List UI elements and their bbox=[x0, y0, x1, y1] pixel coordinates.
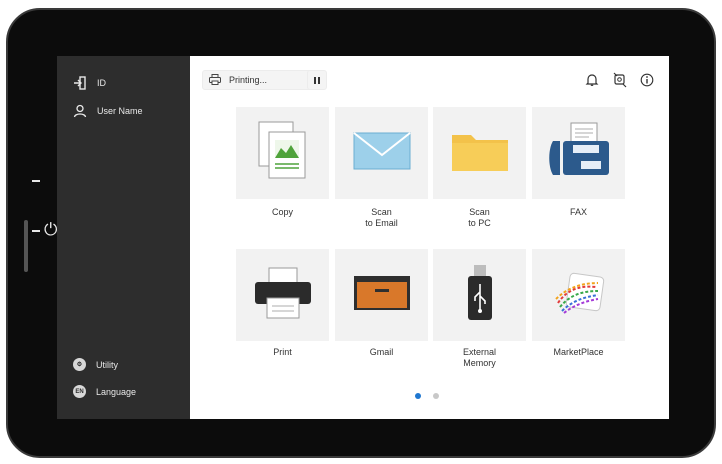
user-name-label: User Name bbox=[97, 106, 143, 116]
utility-icon: ⚙ bbox=[73, 358, 86, 371]
app-tile-gmail[interactable] bbox=[335, 249, 428, 341]
sidebar-item-language[interactable]: EN Language bbox=[73, 385, 136, 398]
app-label-external-memory: External Memory bbox=[462, 347, 497, 368]
app-label-gmail: Gmail bbox=[369, 347, 394, 357]
fax-icon bbox=[547, 121, 611, 186]
sidebar-item-user[interactable]: User Name bbox=[73, 104, 143, 118]
drawer-icon bbox=[353, 275, 411, 316]
printer-status-icon bbox=[209, 73, 221, 87]
touch-screen: ID User Name ⚙ Utility EN Language Print… bbox=[57, 56, 669, 419]
sidebar-item-id[interactable]: ID bbox=[73, 76, 106, 90]
printer-icon bbox=[253, 266, 313, 325]
device-status-icon[interactable] bbox=[610, 70, 630, 90]
email-icon bbox=[352, 129, 411, 178]
language-label: Language bbox=[96, 386, 137, 397]
utility-label: Utility bbox=[96, 359, 118, 370]
page-dot-1[interactable] bbox=[415, 393, 421, 399]
power-icon[interactable]: ⏻ bbox=[44, 222, 57, 239]
main-panel: Printing... Copy Scan to Email Scan to P… bbox=[190, 56, 669, 419]
app-tile-fax[interactable] bbox=[532, 107, 625, 199]
usb-icon bbox=[465, 264, 495, 327]
pause-button[interactable] bbox=[307, 70, 327, 90]
app-tile-marketplace[interactable] bbox=[532, 249, 625, 341]
user-icon bbox=[73, 104, 87, 118]
app-label-print: Print bbox=[273, 347, 292, 357]
app-label-copy: Copy bbox=[271, 207, 293, 217]
sidebar: ID User Name ⚙ Utility EN Language bbox=[57, 56, 190, 419]
page-indicator[interactable] bbox=[415, 393, 439, 399]
side-indicator-line bbox=[32, 230, 40, 232]
app-tile-print[interactable] bbox=[236, 249, 329, 341]
app-label-scan-to-email: Scan to Email bbox=[365, 207, 398, 228]
status-text: Printing... bbox=[229, 75, 268, 85]
sidebar-item-utility[interactable]: ⚙ Utility bbox=[73, 358, 118, 371]
pause-icon bbox=[314, 76, 316, 84]
app-label-scan-to-pc: Scan to PC bbox=[468, 207, 491, 228]
marketplace-icon bbox=[552, 271, 606, 320]
folder-icon bbox=[451, 129, 509, 178]
info-icon[interactable] bbox=[637, 70, 657, 90]
id-login-icon bbox=[73, 76, 87, 90]
app-label-fax: FAX bbox=[569, 207, 587, 217]
side-indicator-line bbox=[32, 180, 40, 182]
page-dot-2[interactable] bbox=[433, 393, 439, 399]
app-tile-scan-to-email[interactable] bbox=[335, 107, 428, 199]
top-bar: Printing... bbox=[190, 56, 669, 102]
id-label: ID bbox=[97, 78, 106, 88]
app-label-marketplace: MarketPlace bbox=[553, 347, 604, 357]
app-tile-copy[interactable] bbox=[236, 107, 329, 199]
app-tile-scan-to-pc[interactable] bbox=[433, 107, 526, 199]
notification-bell-icon[interactable] bbox=[582, 70, 602, 90]
home-hardware-button[interactable] bbox=[24, 220, 28, 272]
job-status[interactable]: Printing... bbox=[202, 70, 312, 90]
app-tile-external-memory[interactable] bbox=[433, 249, 526, 341]
language-icon: EN bbox=[73, 385, 86, 398]
copy-icon bbox=[255, 120, 311, 187]
